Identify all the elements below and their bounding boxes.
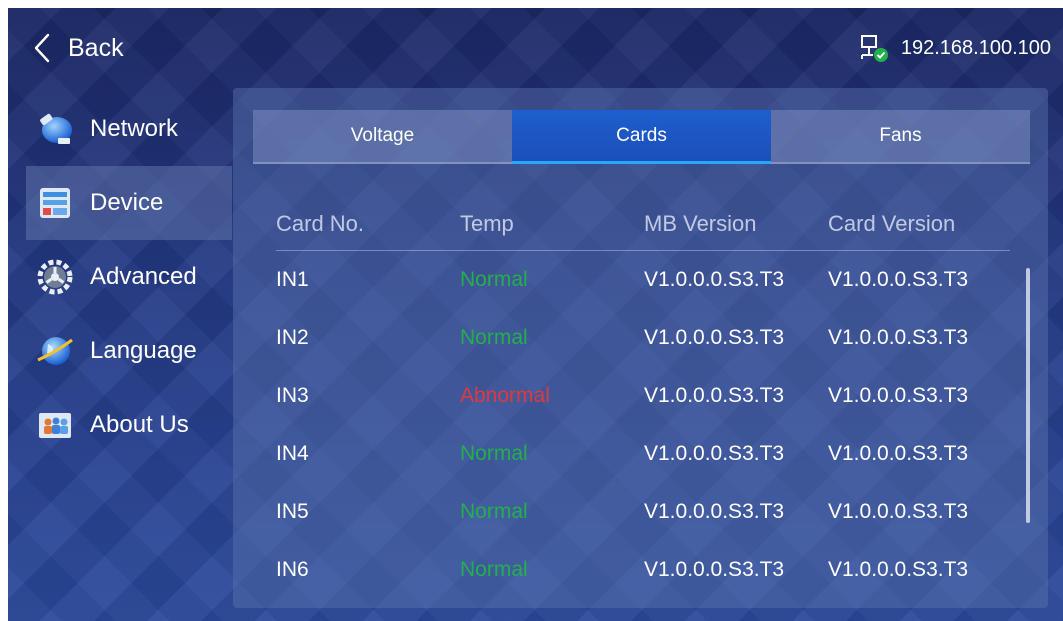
card-number: IN3 — [276, 384, 309, 407]
sidebar-item-device[interactable]: Device — [26, 166, 232, 240]
card-number: IN4 — [276, 442, 309, 465]
table-row: IN3 Abnormal V1.0.0.0.S3.T3 V1.0.0.0.S3.… — [276, 367, 1010, 425]
device-panel: Voltage Cards Fans Card No. Temp MB Vers… — [233, 88, 1048, 608]
mb-version: V1.0.0.0.S3.T3 — [644, 558, 785, 581]
mb-version: V1.0.0.0.S3.T3 — [644, 384, 785, 407]
language-globe-icon — [36, 332, 74, 370]
tab-fans[interactable]: Fans — [771, 110, 1030, 164]
table-row: IN5 Normal V1.0.0.0.S3.T3 V1.0.0.0.S3.T3 — [276, 483, 1010, 541]
card-number: IN1 — [276, 268, 309, 291]
chevron-left-icon — [34, 33, 50, 63]
network-status: 192.168.100.100 — [859, 32, 1051, 64]
about-us-icon — [36, 406, 74, 444]
network-icon — [36, 110, 74, 148]
sidebar-item-label: Device — [90, 189, 164, 216]
table-scrollbar[interactable] — [1026, 268, 1030, 523]
sidebar-item-label: About Us — [90, 411, 189, 438]
tab-voltage[interactable]: Voltage — [253, 110, 512, 164]
card-version: V1.0.0.0.S3.T3 — [828, 558, 969, 581]
sidebar-item-about-us[interactable]: About Us — [26, 388, 232, 462]
temp-status: Normal — [460, 558, 528, 581]
column-header-temp: Temp — [460, 211, 514, 236]
tab-cards[interactable]: Cards — [512, 110, 771, 164]
card-number: IN5 — [276, 500, 309, 523]
temp-status: Normal — [460, 326, 528, 349]
mb-version: V1.0.0.0.S3.T3 — [644, 442, 785, 465]
sidebar-item-label: Language — [90, 337, 197, 364]
device-settings-screen: Back 192.168.100.100 Network Device Adva… — [8, 8, 1063, 621]
ip-address: 192.168.100.100 — [900, 36, 1051, 59]
card-version: V1.0.0.0.S3.T3 — [828, 268, 969, 291]
temp-status: Normal — [460, 268, 528, 291]
card-version: V1.0.0.0.S3.T3 — [828, 500, 969, 523]
table-row: IN4 Normal V1.0.0.0.S3.T3 V1.0.0.0.S3.T3 — [276, 425, 1010, 483]
table-row: IN6 Normal V1.0.0.0.S3.T3 V1.0.0.0.S3.T3 — [276, 541, 1010, 599]
mb-version: V1.0.0.0.S3.T3 — [644, 326, 785, 349]
sidebar-menu: Network Device Advanced Language About U… — [26, 92, 232, 462]
mb-version: V1.0.0.0.S3.T3 — [644, 500, 785, 523]
card-version: V1.0.0.0.S3.T3 — [828, 442, 969, 465]
temp-status: Normal — [460, 442, 528, 465]
table-row: IN2 Normal V1.0.0.0.S3.T3 V1.0.0.0.S3.T3 — [276, 309, 1010, 367]
table-row: IN1 Normal V1.0.0.0.S3.T3 V1.0.0.0.S3.T3 — [276, 251, 1010, 309]
device-icon — [36, 184, 74, 222]
sidebar-item-network[interactable]: Network — [26, 92, 232, 166]
column-header-mb-version: MB Version — [644, 211, 757, 236]
card-number: IN6 — [276, 558, 309, 581]
table-header: Card No. Temp MB Version Card Version — [276, 198, 1010, 251]
back-label: Back — [68, 33, 124, 62]
sidebar-item-label: Advanced — [90, 263, 197, 290]
card-version: V1.0.0.0.S3.T3 — [828, 326, 969, 349]
card-number: IN2 — [276, 326, 309, 349]
advanced-gear-icon — [36, 258, 74, 296]
sidebar-item-advanced[interactable]: Advanced — [26, 240, 232, 314]
column-header-card-no: Card No. — [276, 211, 365, 236]
sidebar-item-label: Network — [90, 115, 179, 142]
temp-status: Abnormal — [460, 384, 550, 407]
device-tabs: Voltage Cards Fans — [253, 110, 1030, 164]
sidebar-item-language[interactable]: Language — [26, 314, 232, 388]
cards-table: Card No. Temp MB Version Card Version IN… — [276, 198, 1010, 599]
card-version: V1.0.0.0.S3.T3 — [828, 384, 969, 407]
column-header-card-version: Card Version — [828, 211, 956, 236]
top-bar: Back 192.168.100.100 — [8, 8, 1063, 88]
back-button[interactable]: Back — [32, 28, 124, 68]
temp-status: Normal — [460, 500, 528, 523]
mb-version: V1.0.0.0.S3.T3 — [644, 268, 785, 291]
network-connected-icon — [860, 35, 888, 62]
